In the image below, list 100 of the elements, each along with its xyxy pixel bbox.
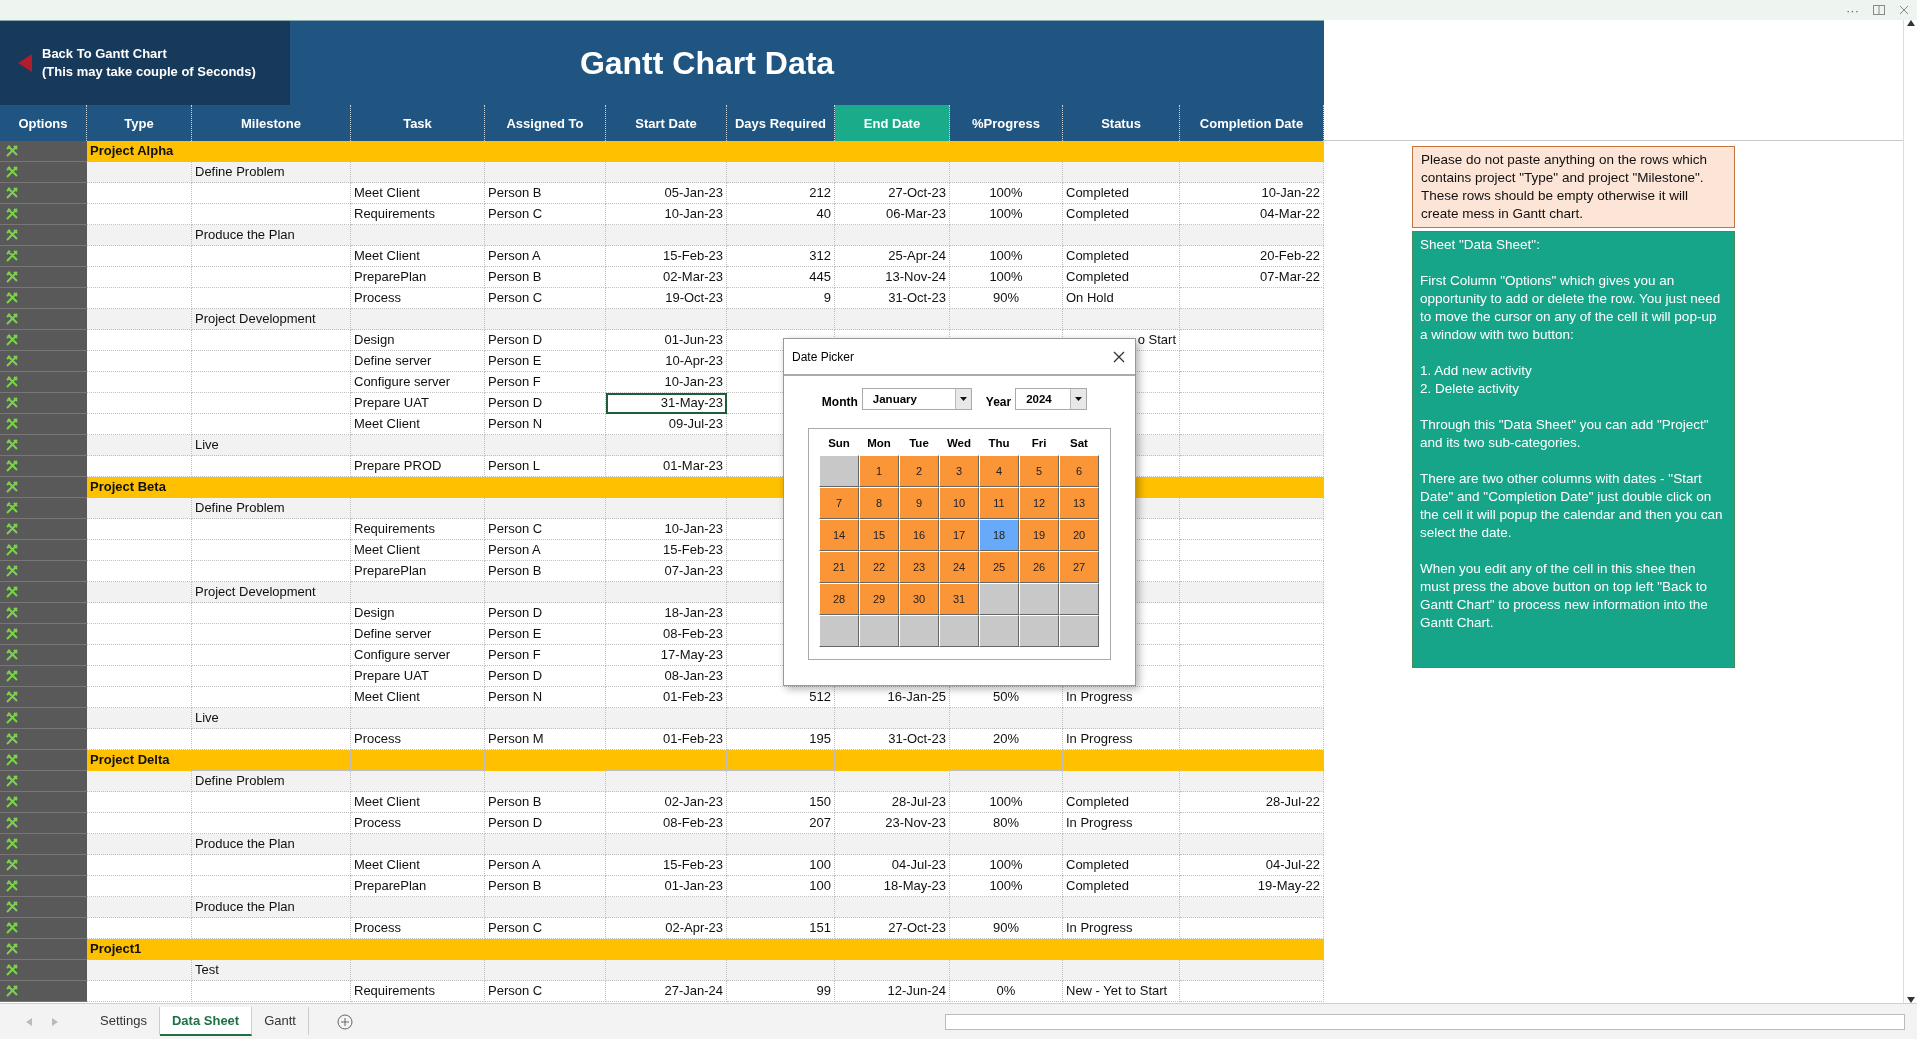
tools-icon[interactable] <box>6 817 18 829</box>
month-label: Month <box>821 395 858 409</box>
day-button[interactable]: 21 <box>819 551 859 583</box>
tools-icon[interactable] <box>6 586 18 598</box>
month-select[interactable]: January <box>861 388 972 410</box>
column-header[interactable]: %Progress <box>950 105 1063 141</box>
tools-icon[interactable] <box>6 691 18 703</box>
tools-icon[interactable] <box>6 145 18 157</box>
tools-icon[interactable] <box>6 712 18 724</box>
day-button[interactable]: 2 <box>899 455 939 487</box>
tools-icon[interactable] <box>6 439 18 451</box>
tools-icon[interactable] <box>6 166 18 178</box>
column-header[interactable]: Completion Date <box>1180 105 1324 141</box>
tools-icon[interactable] <box>6 376 18 388</box>
day-button[interactable]: 10 <box>939 487 979 519</box>
window-icon[interactable] <box>1873 5 1885 15</box>
tools-icon[interactable] <box>6 985 18 997</box>
weekday-label: Mon <box>866 437 892 451</box>
horizontal-scrollbar[interactable] <box>945 1013 1905 1030</box>
column-header[interactable]: Start Date <box>606 105 727 141</box>
day-button[interactable]: 22 <box>859 551 899 583</box>
sheet-tab[interactable]: Data Sheet <box>160 1007 253 1036</box>
column-header[interactable]: Status <box>1063 105 1180 141</box>
tools-icon[interactable] <box>6 649 18 661</box>
tools-icon[interactable] <box>6 481 18 493</box>
day-button[interactable]: 13 <box>1059 487 1099 519</box>
table-cell: 12-Jun-24 <box>835 981 950 1002</box>
tools-icon[interactable] <box>6 523 18 535</box>
day-button[interactable]: 7 <box>819 487 859 519</box>
tools-icon[interactable] <box>6 922 18 934</box>
day-button[interactable]: 6 <box>1059 455 1099 487</box>
tools-icon[interactable] <box>6 607 18 619</box>
day-button[interactable]: 15 <box>859 519 899 551</box>
table-cell: Requirements <box>351 981 485 1002</box>
tools-icon[interactable] <box>6 187 18 199</box>
day-button[interactable]: 29 <box>859 583 899 615</box>
tools-icon[interactable] <box>6 964 18 976</box>
day-button[interactable]: 28 <box>819 583 859 615</box>
year-select[interactable]: 2024 <box>1015 388 1088 410</box>
tools-icon[interactable] <box>6 754 18 766</box>
day-button[interactable]: 24 <box>939 551 979 583</box>
tools-icon[interactable] <box>6 880 18 892</box>
tools-icon[interactable] <box>6 229 18 241</box>
tools-icon[interactable] <box>6 313 18 325</box>
day-button[interactable]: 19 <box>1019 519 1059 551</box>
tools-icon[interactable] <box>6 775 18 787</box>
tools-icon[interactable] <box>6 565 18 577</box>
sheet-tab[interactable]: Gantt <box>252 1007 309 1036</box>
column-header[interactable]: Type <box>87 105 192 141</box>
tools-icon[interactable] <box>6 502 18 514</box>
tools-icon[interactable] <box>6 292 18 304</box>
tools-icon[interactable] <box>6 250 18 262</box>
tools-icon[interactable] <box>6 544 18 556</box>
table-cell: Person C <box>485 981 606 1002</box>
column-header[interactable]: Task <box>351 105 485 141</box>
column-header[interactable]: Days Required <box>727 105 835 141</box>
back-arrow-icon <box>18 54 32 72</box>
sheet-tab[interactable]: Settings <box>88 1007 160 1036</box>
tools-icon[interactable] <box>6 208 18 220</box>
day-button[interactable]: 12 <box>1019 487 1059 519</box>
tools-icon[interactable] <box>6 397 18 409</box>
table-cell: 10-Jan-23 <box>606 372 727 393</box>
close-icon[interactable] <box>1899 5 1909 15</box>
day-button[interactable]: 30 <box>899 583 939 615</box>
day-button[interactable]: 8 <box>859 487 899 519</box>
day-button[interactable]: 18 <box>979 519 1019 551</box>
tools-icon[interactable] <box>6 838 18 850</box>
column-header[interactable]: Milestone <box>192 105 351 141</box>
column-header[interactable]: Options <box>0 105 87 141</box>
day-button[interactable]: 3 <box>939 455 979 487</box>
day-button[interactable]: 1 <box>859 455 899 487</box>
add-sheet-icon[interactable] <box>337 1013 353 1030</box>
day-button[interactable]: 26 <box>1019 551 1059 583</box>
tools-icon[interactable] <box>6 901 18 913</box>
day-button[interactable]: 4 <box>979 455 1019 487</box>
day-button[interactable]: 16 <box>899 519 939 551</box>
more-button[interactable]: ··· <box>1846 2 1859 18</box>
back-button[interactable]: Back To Gantt Chart (This may take couple of Seconds) <box>0 21 290 105</box>
tools-icon[interactable] <box>6 418 18 430</box>
day-button[interactable]: 25 <box>979 551 1019 583</box>
tools-icon[interactable] <box>6 859 18 871</box>
tools-icon[interactable] <box>6 943 18 955</box>
column-header[interactable]: Assigned To <box>485 105 606 141</box>
day-button[interactable]: 14 <box>819 519 859 551</box>
tools-icon[interactable] <box>6 334 18 346</box>
tools-icon[interactable] <box>6 271 18 283</box>
day-button[interactable]: 23 <box>899 551 939 583</box>
tools-icon[interactable] <box>6 355 18 367</box>
day-button[interactable]: 11 <box>979 487 1019 519</box>
tools-icon[interactable] <box>6 733 18 745</box>
day-button[interactable]: 17 <box>939 519 979 551</box>
day-button[interactable]: 27 <box>1059 551 1099 583</box>
tools-icon[interactable] <box>6 796 18 808</box>
day-button[interactable]: 31 <box>939 583 979 615</box>
tools-icon[interactable] <box>6 628 18 640</box>
day-button[interactable]: 5 <box>1019 455 1059 487</box>
tools-icon[interactable] <box>6 460 18 472</box>
day-button[interactable]: 20 <box>1059 519 1099 551</box>
tools-icon[interactable] <box>6 670 18 682</box>
day-button[interactable]: 9 <box>899 487 939 519</box>
